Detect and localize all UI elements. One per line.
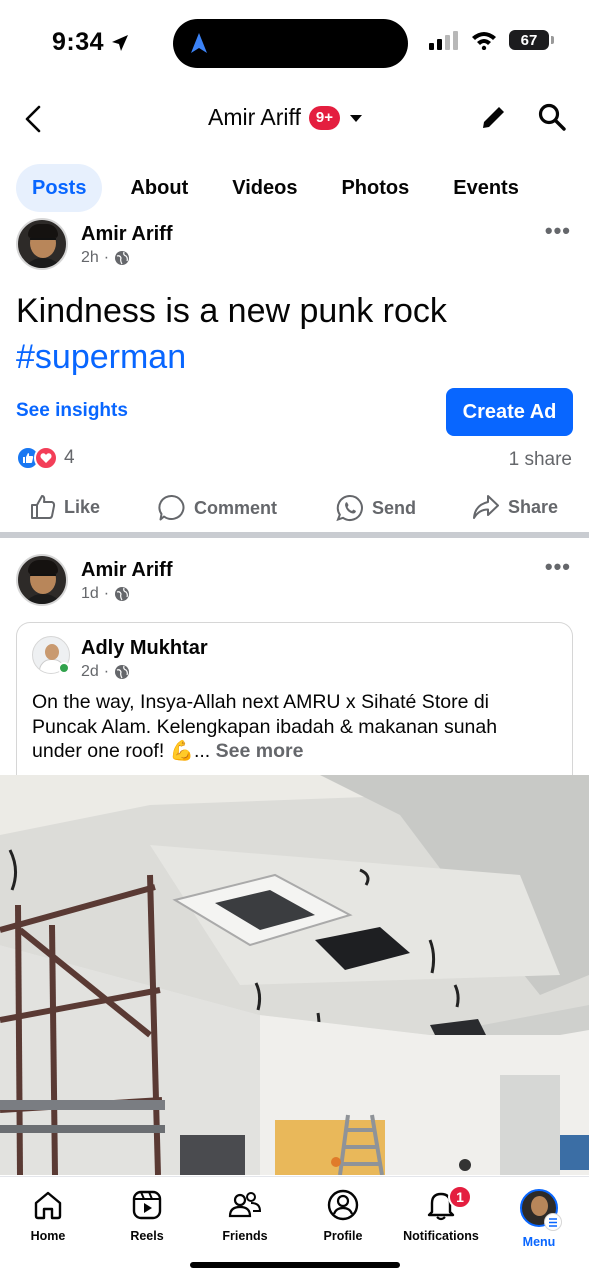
friends-icon [228,1192,262,1218]
share-button[interactable]: Share [472,494,558,520]
post-author[interactable]: Amir Ariff [81,222,172,246]
post-photo[interactable] [0,775,589,1175]
reaction-count: 4 [64,447,75,468]
like-button[interactable]: Like [30,494,100,520]
more-options-icon[interactable]: ••• [545,218,571,244]
notifications-badge: 1 [448,1185,472,1209]
tab-photos[interactable]: Photos [325,164,425,212]
feed-separator [0,532,589,538]
edit-pencil-icon[interactable] [479,102,509,132]
create-ad-button[interactable]: Create Ad [446,388,573,436]
globe-icon [115,665,130,679]
see-more-link[interactable]: See more [216,740,304,762]
see-insights-link[interactable]: See insights [16,400,128,422]
nav-home[interactable]: Home [3,1189,93,1243]
nav-notifications-label: Notifications [403,1229,479,1243]
shared-post-header: Adly Mukhtar 2d · [32,636,208,681]
send-button[interactable]: Send [336,494,416,522]
globe-icon [115,251,130,265]
love-reaction-icon [34,446,58,470]
status-icons: 67 [429,30,554,50]
avatar[interactable] [16,554,68,606]
online-status-dot [58,662,70,674]
send-label: Send [372,497,417,518]
status-time-text: 9:34 [52,28,105,56]
tab-events[interactable]: Events [437,164,535,212]
notification-badge: 9+ [308,105,340,130]
reels-icon [132,1190,162,1220]
chevron-left-icon [25,105,41,133]
nav-menu[interactable]: Menu [494,1189,584,1249]
shared-post-author[interactable]: Adly Mukhtar [81,636,208,660]
reactions-summary[interactable]: 4 [16,446,75,470]
nav-reels[interactable]: Reels [102,1189,192,1243]
back-button[interactable] [18,102,48,136]
tab-about[interactable]: About [114,164,204,212]
nav-menu-label: Menu [522,1235,556,1249]
shared-post-meta: 2d · [81,663,208,681]
post-header: Amir Ariff 2h · [16,218,172,270]
comment-icon [158,494,185,521]
more-options-icon[interactable]: ••• [545,554,571,580]
nav-profile[interactable]: Profile [298,1189,388,1243]
nav-reels-label: Reels [130,1229,164,1243]
tab-posts[interactable]: Posts [16,164,103,212]
hashtag-link[interactable]: #superman [16,334,576,380]
shared-post-text: On the way, Insya-Allah next AMRU x Siha… [32,690,552,764]
location-arrow-icon [112,34,129,51]
nav-friends-label: Friends [222,1229,268,1243]
globe-icon [115,587,130,601]
home-indicator [190,1262,400,1268]
page-title: Amir Ariff [208,104,301,130]
wifi-icon [472,32,496,50]
construction-photo-illustration [0,775,589,1175]
profile-tabs: Posts About Videos Photos Events [16,164,547,212]
battery-level: 67 [520,31,538,49]
post-text: Kindness is a new punk rock #superman [16,288,576,380]
signal-icon [429,31,458,50]
navigation-arrow-icon [191,33,207,53]
post-time[interactable]: 2h [81,249,99,267]
nav-profile-label: Profile [323,1229,363,1243]
post-meta: 2h · [81,249,172,267]
post-time[interactable]: 1d [81,585,99,603]
nav-friends[interactable]: Friends [200,1189,290,1243]
post-actions: Like Comment Send Share [0,486,589,530]
comment-button[interactable]: Comment [158,494,277,522]
search-icon[interactable] [537,102,567,132]
caret-down-icon [349,114,362,122]
like-icon [31,495,56,519]
share-label: Share [508,496,559,517]
dynamic-island [173,19,408,68]
avatar [520,1189,562,1231]
avatar[interactable] [16,218,68,270]
post-meta: 1d · [81,585,172,603]
status-bar: 9:34 67 [0,0,589,88]
menu-hamburger-icon [544,1213,562,1231]
profile-header: Amir Ariff 9+ [0,90,589,148]
profile-icon [327,1189,359,1221]
profile-switcher[interactable]: Amir Ariff 9+ [208,104,364,131]
home-icon [34,1191,62,1220]
header-actions [479,102,567,132]
nav-notifications[interactable]: 1 Notifications [396,1185,486,1243]
like-label: Like [64,496,101,517]
comment-label: Comment [194,497,278,518]
whatsapp-icon [336,494,363,522]
post-author[interactable]: Amir Ariff [81,558,172,582]
status-time: 9:34 [52,28,130,57]
post-body: Kindness is a new punk rock [16,292,447,330]
nav-home-label: Home [30,1229,66,1243]
share-count[interactable]: 1 share [509,449,572,471]
tab-videos[interactable]: Videos [216,164,313,212]
shared-post-time[interactable]: 2d [81,663,99,681]
post-header: Amir Ariff 1d · [16,554,172,606]
share-arrow-icon [473,495,499,519]
battery-indicator: 67 [509,30,554,50]
